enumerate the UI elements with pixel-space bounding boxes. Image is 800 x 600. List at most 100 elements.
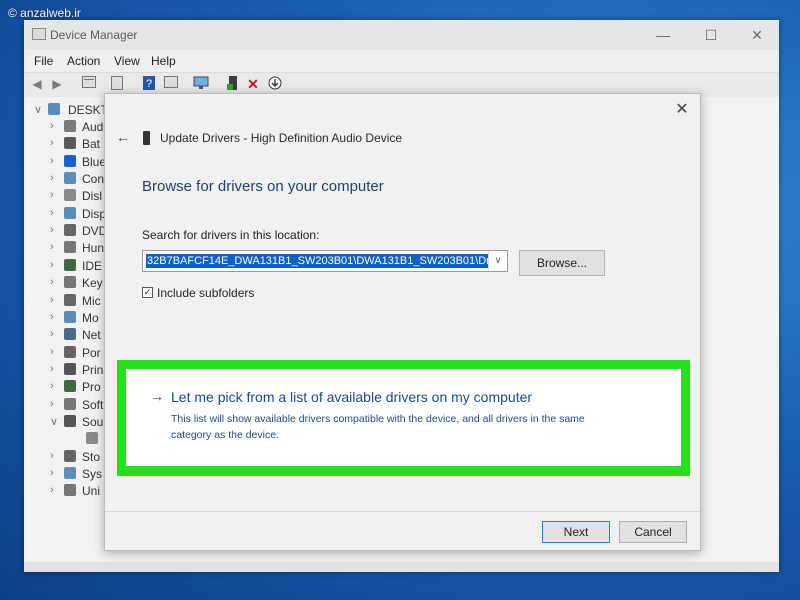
chevron-right-icon[interactable]: › — [50, 259, 54, 271]
chevron-right-icon[interactable]: › — [50, 172, 54, 184]
device-category-icon — [64, 362, 76, 375]
tree-item[interactable]: › Mic — [50, 293, 110, 310]
tree-item[interactable]: › Bat — [50, 136, 110, 153]
menu-view[interactable]: View — [114, 54, 140, 68]
tree-item-label: Key — [82, 276, 103, 291]
chevron-right-icon[interactable]: › — [50, 363, 54, 375]
chevron-right-icon[interactable]: › — [50, 294, 54, 306]
tree-root[interactable]: ∨ DESKTO — [32, 102, 117, 119]
status-bar — [24, 562, 779, 572]
chevron-right-icon[interactable]: › — [50, 137, 54, 149]
tree-item[interactable]: › Sys — [50, 466, 110, 483]
tree-item[interactable]: › Con — [50, 171, 110, 188]
chevron-right-icon[interactable]: › — [50, 155, 54, 167]
tree-item[interactable]: › Aud — [50, 119, 110, 136]
chevron-right-icon[interactable]: › — [50, 328, 54, 340]
tree-item[interactable]: › Soft — [50, 397, 110, 414]
dialog-close-icon[interactable]: ✕ — [672, 100, 692, 120]
help-icon[interactable]: ? — [140, 76, 158, 92]
driver-path-value[interactable]: 32B7BAFCF14E_DWA131B1_SW203B01\DWA131B1_… — [146, 254, 507, 268]
tree-item-label: Disp — [82, 206, 107, 221]
maximize-button[interactable]: ☐ — [696, 24, 726, 46]
browse-button[interactable]: Browse... — [519, 250, 605, 276]
chevron-right-icon[interactable]: › — [50, 120, 54, 132]
tree-item-label: IDE — [82, 258, 103, 273]
close-button[interactable]: ✕ — [742, 24, 772, 46]
chevron-right-icon[interactable]: › — [50, 224, 54, 236]
tree-item[interactable]: ∨ Sou — [50, 414, 110, 431]
include-subfolders-label: Include subfolders — [157, 286, 255, 300]
tree-item[interactable]: › Key — [50, 275, 110, 292]
chevron-right-icon[interactable]: › — [50, 189, 54, 201]
chevron-right-icon[interactable]: › — [50, 398, 54, 410]
chevron-down-icon[interactable]: ∨ — [34, 103, 42, 116]
dialog-heading: Browse for drivers on your computer — [142, 178, 384, 195]
chevron-right-icon[interactable]: › — [50, 311, 54, 323]
tree-item[interactable]: › Uni — [50, 483, 110, 500]
device-category-icon — [64, 397, 76, 410]
device-category-icon — [64, 189, 76, 202]
tree-item-label: Disl — [82, 189, 102, 204]
device-category-icon — [64, 120, 76, 132]
next-button[interactable]: Next — [542, 521, 610, 543]
tree-item-label: Bat — [82, 137, 101, 152]
back-icon[interactable]: ◀ — [28, 76, 46, 92]
tree-item[interactable]: › Prin — [50, 362, 110, 379]
tree-item[interactable]: › Blue — [50, 154, 110, 171]
tree-item-label: Soft — [82, 397, 104, 412]
arrow-right-icon: → — [150, 388, 164, 404]
scan-hardware-icon[interactable] — [192, 76, 210, 92]
device-category-icon — [64, 345, 76, 358]
tree-item[interactable]: › Por — [50, 345, 110, 362]
properties-icon[interactable] — [80, 76, 98, 92]
show-hidden-icon[interactable] — [108, 76, 126, 92]
tree-item[interactable]: › Disl — [50, 188, 110, 205]
chevron-right-icon[interactable]: › — [50, 207, 54, 219]
tree-item[interactable]: › DVD — [50, 223, 110, 240]
tree-item[interactable]: › Disp — [50, 206, 110, 223]
device-category-icon — [86, 432, 98, 445]
tree-item-label: Prin — [82, 362, 104, 377]
back-arrow-icon[interactable]: ← — [113, 128, 133, 146]
chevron-right-icon[interactable]: › — [50, 276, 54, 288]
menu-file[interactable]: File — [34, 54, 53, 68]
chevron-right-icon[interactable]: › — [50, 484, 54, 496]
view-icon[interactable] — [162, 76, 180, 92]
include-subfolders-checkbox[interactable]: ✓ — [142, 287, 153, 298]
device-category-icon — [64, 258, 76, 271]
cancel-button[interactable]: Cancel — [619, 521, 687, 543]
forward-icon[interactable]: ▶ — [48, 76, 66, 92]
chevron-right-icon[interactable]: › — [50, 346, 54, 358]
update-driver-icon[interactable] — [224, 76, 242, 92]
tree-item-label: Sou — [82, 414, 104, 429]
uninstall-icon[interactable]: ✕ — [244, 76, 262, 92]
driver-path-combobox[interactable]: 32B7BAFCF14E_DWA131B1_SW203B01\DWA131B1_… — [142, 250, 508, 272]
chevron-down-icon[interactable]: ∨ — [50, 415, 58, 428]
tree-item[interactable]: › Pro — [50, 379, 110, 396]
device-category-icon — [64, 310, 76, 323]
tree-item-label: Sto — [82, 449, 101, 464]
tree-item-label: Con — [82, 172, 105, 187]
device-category-icon — [64, 380, 76, 393]
tree-item[interactable]: › IDE — [50, 258, 110, 275]
tree-item-label: Aud — [82, 120, 104, 134]
chevron-down-icon[interactable]: ∨ — [488, 251, 507, 271]
dialog-title: Update Drivers - High Definition Audio D… — [160, 131, 403, 145]
watermark: © anzalweb.ir — [8, 6, 81, 20]
download-icon[interactable] — [266, 76, 284, 92]
chevron-right-icon[interactable]: › — [50, 380, 54, 392]
tree-item[interactable]: › Hun — [50, 240, 110, 257]
pick-driver-option[interactable]: → Let me pick from a list of available d… — [126, 369, 681, 466]
menu-help[interactable]: Help — [151, 54, 176, 68]
menu-action[interactable]: Action — [67, 54, 100, 68]
title-bar[interactable]: Device Manager — ☐ ✕ — [24, 20, 779, 50]
chevron-right-icon[interactable]: › — [50, 450, 54, 462]
pick-driver-option-title[interactable]: Let me pick from a list of available dri… — [171, 389, 532, 405]
minimize-button[interactable]: — — [648, 24, 678, 46]
chevron-right-icon[interactable]: › — [50, 467, 54, 479]
chevron-right-icon[interactable]: › — [50, 241, 54, 253]
tree-item[interactable]: › Sto — [50, 449, 110, 466]
tree-item[interactable]: › Mo — [50, 310, 110, 327]
tree-item-label: Por — [82, 345, 101, 360]
tree-item[interactable]: › Net — [50, 327, 110, 344]
